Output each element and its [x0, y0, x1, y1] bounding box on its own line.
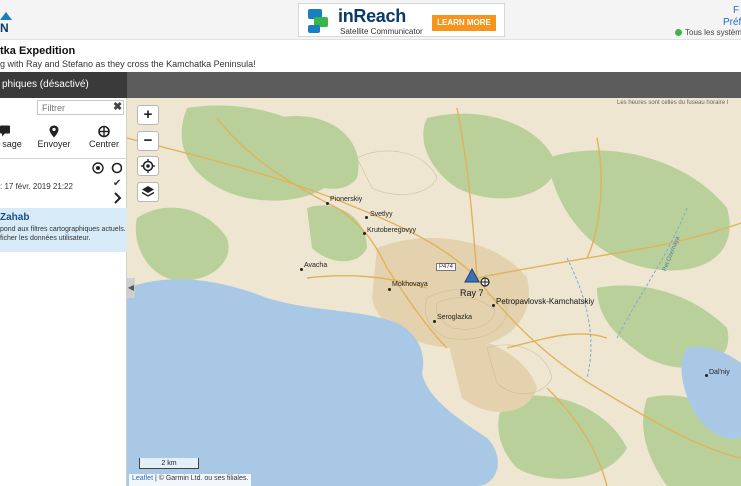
place-label-petropavlovsk: Petropavlovsk-Kamchatskiy [496, 297, 595, 306]
layers-icon [141, 186, 155, 197]
info-text-line: pond aux filtres cartographiques actuels… [0, 226, 126, 233]
place-label-pionerskiy: Pionerskiy [330, 196, 363, 203]
page-title: tka Expedition [0, 45, 76, 57]
send-button[interactable]: Envoyer [36, 124, 72, 149]
place-label-mokhovaya: Mokhovaya [392, 281, 428, 288]
row-tools [92, 162, 123, 177]
place-dot [300, 268, 303, 271]
locate-button[interactable] [137, 156, 159, 176]
svg-text:N: N [0, 21, 9, 34]
target-icon[interactable] [92, 162, 104, 174]
preferences-link[interactable]: Préf [723, 17, 741, 28]
device-triangle-icon[interactable] [464, 268, 480, 283]
leaflet-link[interactable]: Leaflet [132, 475, 153, 482]
message-icon [0, 125, 10, 137]
location-pin-icon [49, 125, 59, 138]
ad-subtitle: Satellite Communicator [340, 27, 423, 36]
place-label-avacha: Avacha [304, 262, 328, 269]
scale-bar: 2 km [139, 458, 199, 469]
radio-icon[interactable] [111, 162, 123, 174]
place-dot [363, 232, 366, 235]
message-button[interactable]: sage [0, 124, 24, 149]
place-dot [388, 288, 391, 291]
place-dot [326, 202, 329, 205]
message-label: sage [2, 139, 22, 149]
panel-header[interactable]: phiques (désactivé) [0, 72, 127, 98]
inreach-ad-banner[interactable]: inReach Satellite Communicator LEARN MOR… [298, 3, 505, 37]
place-label-dalniy: Dal'niy [709, 369, 730, 376]
divider [0, 158, 127, 159]
place-dot [365, 216, 368, 219]
checkmark-icon[interactable]: ✔ [113, 178, 121, 189]
clear-filter-icon[interactable]: ✖ [113, 100, 122, 113]
top-header: N inReach Satellite Communicator LEARN M… [0, 0, 741, 40]
page-subtitle: g with Ray and Stefano as they cross the… [0, 59, 256, 69]
zoom-in-button[interactable]: + [137, 105, 159, 125]
user-info-box[interactable]: Zahab pond aux filtres cartographiques a… [0, 208, 127, 252]
crosshair-icon[interactable] [480, 277, 490, 287]
learn-more-button[interactable]: LEARN MORE [432, 15, 496, 31]
chat-bubbles-icon [308, 9, 328, 33]
center-button[interactable]: Centrer [86, 124, 122, 149]
send-label: Envoyer [37, 139, 71, 149]
center-label: Centrer [88, 139, 119, 149]
map-view[interactable]: Les heures sont celles du fuseau horaire… [127, 98, 741, 486]
timezone-note: Les heures sont celles du fuseau horaire… [617, 100, 729, 106]
place-label-krutoberegovyy: Krutoberegovyy [367, 227, 417, 234]
header-link[interactable]: F [733, 5, 739, 16]
place-dot [492, 304, 495, 307]
status-dot-icon [675, 29, 682, 36]
zoom-out-button[interactable]: − [137, 131, 159, 151]
filter-input[interactable] [37, 100, 124, 115]
attribution-text: | © Garmin Ltd. ou ses filiales. [153, 475, 249, 482]
system-status[interactable]: Tous les systèm [675, 28, 741, 37]
device-marker[interactable] [464, 268, 494, 288]
place-label-svetlyy: Svetlyy [370, 211, 393, 218]
user-name: Zahab [0, 212, 30, 223]
crosshair-icon [98, 125, 110, 138]
info-text-line: ficher les données utilisateur. [0, 235, 91, 242]
app-root: N inReach Satellite Communicator LEARN M… [0, 0, 741, 486]
chevron-right-icon[interactable] [114, 192, 122, 204]
place-dot [433, 320, 436, 323]
device-label: Ray 7 [460, 288, 484, 298]
locate-icon [141, 159, 155, 173]
system-status-text: Tous les systèm [685, 28, 741, 37]
layers-button[interactable] [137, 182, 159, 202]
last-update-timestamp: : 17 févr. 2019 21:22 [0, 182, 73, 191]
side-panel: ✖ sage Envoyer Centrer [0, 98, 127, 486]
place-label-seroglazka: Seroglazka [437, 314, 473, 321]
road-shield-p474: P474 [436, 263, 457, 271]
place-dot [705, 374, 708, 377]
garmin-logo[interactable]: N [0, 4, 16, 34]
map-attribution: Leaflet | © Garmin Ltd. ou ses filiales. [129, 474, 252, 486]
map-tiles [127, 98, 741, 486]
collapse-panel-handle[interactable]: ◀ [127, 278, 135, 298]
ad-title: inReach [338, 6, 406, 26]
